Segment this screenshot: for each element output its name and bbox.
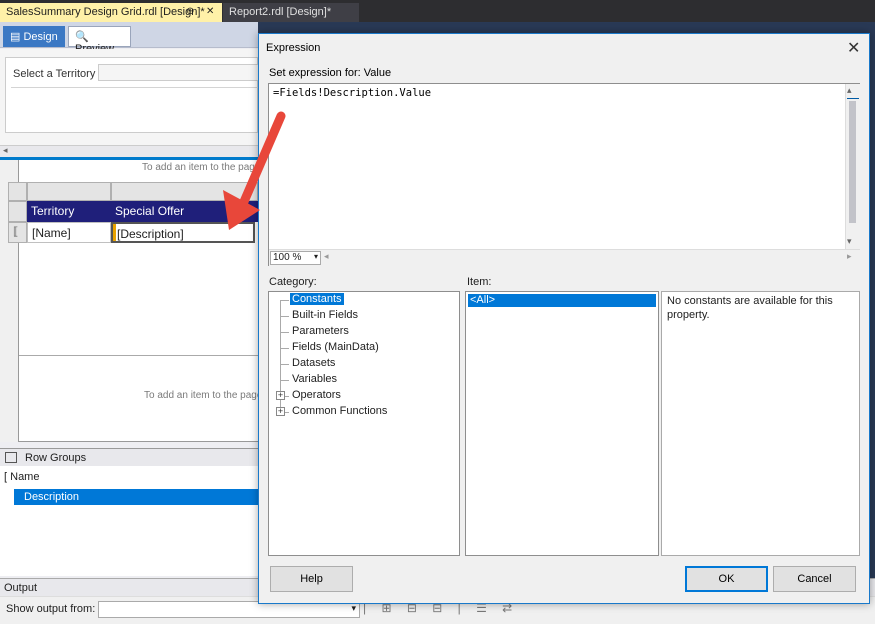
selection-marker — [113, 224, 116, 241]
tree-connector — [280, 300, 289, 301]
column-handle-territory[interactable] — [27, 182, 111, 201]
cancel-button[interactable]: Cancel — [773, 566, 856, 592]
tree-connector — [280, 332, 289, 333]
item-list[interactable]: <All> — [465, 291, 659, 556]
category-datasets[interactable]: Datasets — [290, 357, 337, 369]
category-variables[interactable]: Variables — [290, 373, 339, 385]
close-icon[interactable]: ✕ — [847, 38, 860, 58]
tree-connector — [280, 348, 289, 349]
scroll-marker — [847, 98, 859, 99]
category-label: Category: — [269, 276, 317, 288]
zoom-select[interactable]: 100 % ▾ — [270, 251, 321, 265]
description-pane: No constants are available for this prop… — [661, 291, 860, 556]
section-divider — [19, 355, 259, 356]
tree-connector — [280, 364, 289, 365]
pin-icon[interactable]: ⊕ — [186, 6, 194, 17]
row-groups-icon — [5, 452, 17, 463]
description-text: No constants are available for this prop… — [667, 295, 833, 321]
tab-salessummary-design-grid[interactable]: SalesSummary Design Grid.rdl [Design]* ⊕… — [0, 3, 222, 22]
row-groups-title: Row Groups — [25, 452, 87, 464]
scroll-up-icon[interactable]: ▴ — [847, 85, 852, 96]
chevron-down-icon: ▾ — [313, 252, 318, 261]
preview-tab-button[interactable]: 🔍 Preview — [68, 26, 131, 55]
row-group-label: Name — [10, 471, 40, 483]
tab-report2[interactable]: Report2.rdl [Design]* — [223, 3, 359, 22]
data-cell-name[interactable]: [Name] — [27, 222, 111, 243]
help-button[interactable]: Help — [270, 566, 353, 592]
expression-dialog: Expression ✕ Set expression for: Value =… — [258, 33, 870, 604]
category-parameters[interactable]: Parameters — [290, 325, 351, 337]
scrollbar-thumb[interactable] — [849, 101, 856, 223]
design-label: Design — [23, 31, 58, 43]
category-constants[interactable]: Constants — [290, 293, 344, 305]
territory-parameter-label: Select a Territory — [13, 68, 96, 80]
expression-text[interactable]: =Fields!Description.Value — [273, 87, 431, 99]
tree-connector — [280, 316, 289, 317]
zoom-value: 100 % — [273, 252, 302, 263]
row-group-item[interactable]: [ Name — [4, 471, 39, 483]
set-expression-label: Set expression for: Value — [269, 67, 392, 79]
close-icon[interactable]: ✕ — [206, 6, 214, 17]
annotation-arrow — [223, 111, 286, 230]
row-handle-header[interactable] — [8, 201, 27, 222]
scroll-left-icon[interactable]: ◂ — [324, 251, 329, 262]
tablix-corner-handle[interactable] — [8, 182, 27, 201]
drop-hint-bottom: To add an item to the page — [144, 390, 263, 401]
category-tree[interactable]: Constants Built-in Fields Parameters Fie… — [268, 291, 460, 556]
ok-button[interactable]: OK — [685, 566, 768, 592]
expand-common-functions-icon[interactable]: + — [276, 407, 285, 416]
preview-icon: 🔍 — [75, 31, 89, 43]
category-operators[interactable]: Operators — [290, 389, 343, 401]
editor-bottom-bar: 100 % ▾ ◂ ▸ — [269, 249, 860, 266]
design-tab-button[interactable]: ▤ Design — [3, 26, 65, 47]
tree-connector — [280, 380, 289, 381]
row-groups-pane: [ Name Description — [0, 466, 258, 576]
scroll-right-icon[interactable]: ▸ — [847, 251, 852, 262]
tab-label: Report2.rdl [Design]* — [229, 6, 332, 18]
tab-label: SalesSummary Design Grid.rdl [Design]* — [6, 6, 205, 18]
show-output-label: Show output from: — [6, 603, 96, 615]
category-common-functions[interactable]: Common Functions — [290, 405, 389, 417]
scroll-down-icon[interactable]: ▾ — [847, 236, 852, 247]
document-tab-strip: SalesSummary Design Grid.rdl [Design]* ⊕… — [0, 0, 875, 22]
dialog-title: Expression — [266, 42, 321, 54]
chevron-down-icon: ▾ — [351, 603, 356, 613]
item-label: Item: — [467, 276, 492, 288]
row-groups-header: Row Groups — [0, 448, 258, 466]
category-built-in-fields[interactable]: Built-in Fields — [290, 309, 360, 321]
item-all[interactable]: <All> — [468, 294, 656, 307]
divider — [11, 87, 264, 88]
row-group-item-selected[interactable]: Description — [14, 489, 258, 505]
design-icon: ▤ — [10, 31, 21, 43]
header-cell-territory[interactable]: Territory — [27, 201, 111, 222]
territory-parameter-input[interactable] — [98, 64, 259, 81]
scroll-left-icon[interactable]: ◂ — [3, 145, 8, 156]
row-handle-detail[interactable]: ⟦ — [8, 222, 27, 243]
group-bracket-icon: ⟦ — [13, 226, 19, 238]
arrowhead — [223, 190, 260, 230]
category-fields-maindata[interactable]: Fields (MainData) — [290, 341, 381, 353]
output-title: Output — [4, 582, 38, 594]
expand-operators-icon[interactable]: + — [276, 391, 285, 400]
expression-editor[interactable]: =Fields!Description.Value ▴ ▾ 100 % ▾ ◂ … — [268, 83, 860, 266]
arrow-shaft — [238, 111, 286, 209]
